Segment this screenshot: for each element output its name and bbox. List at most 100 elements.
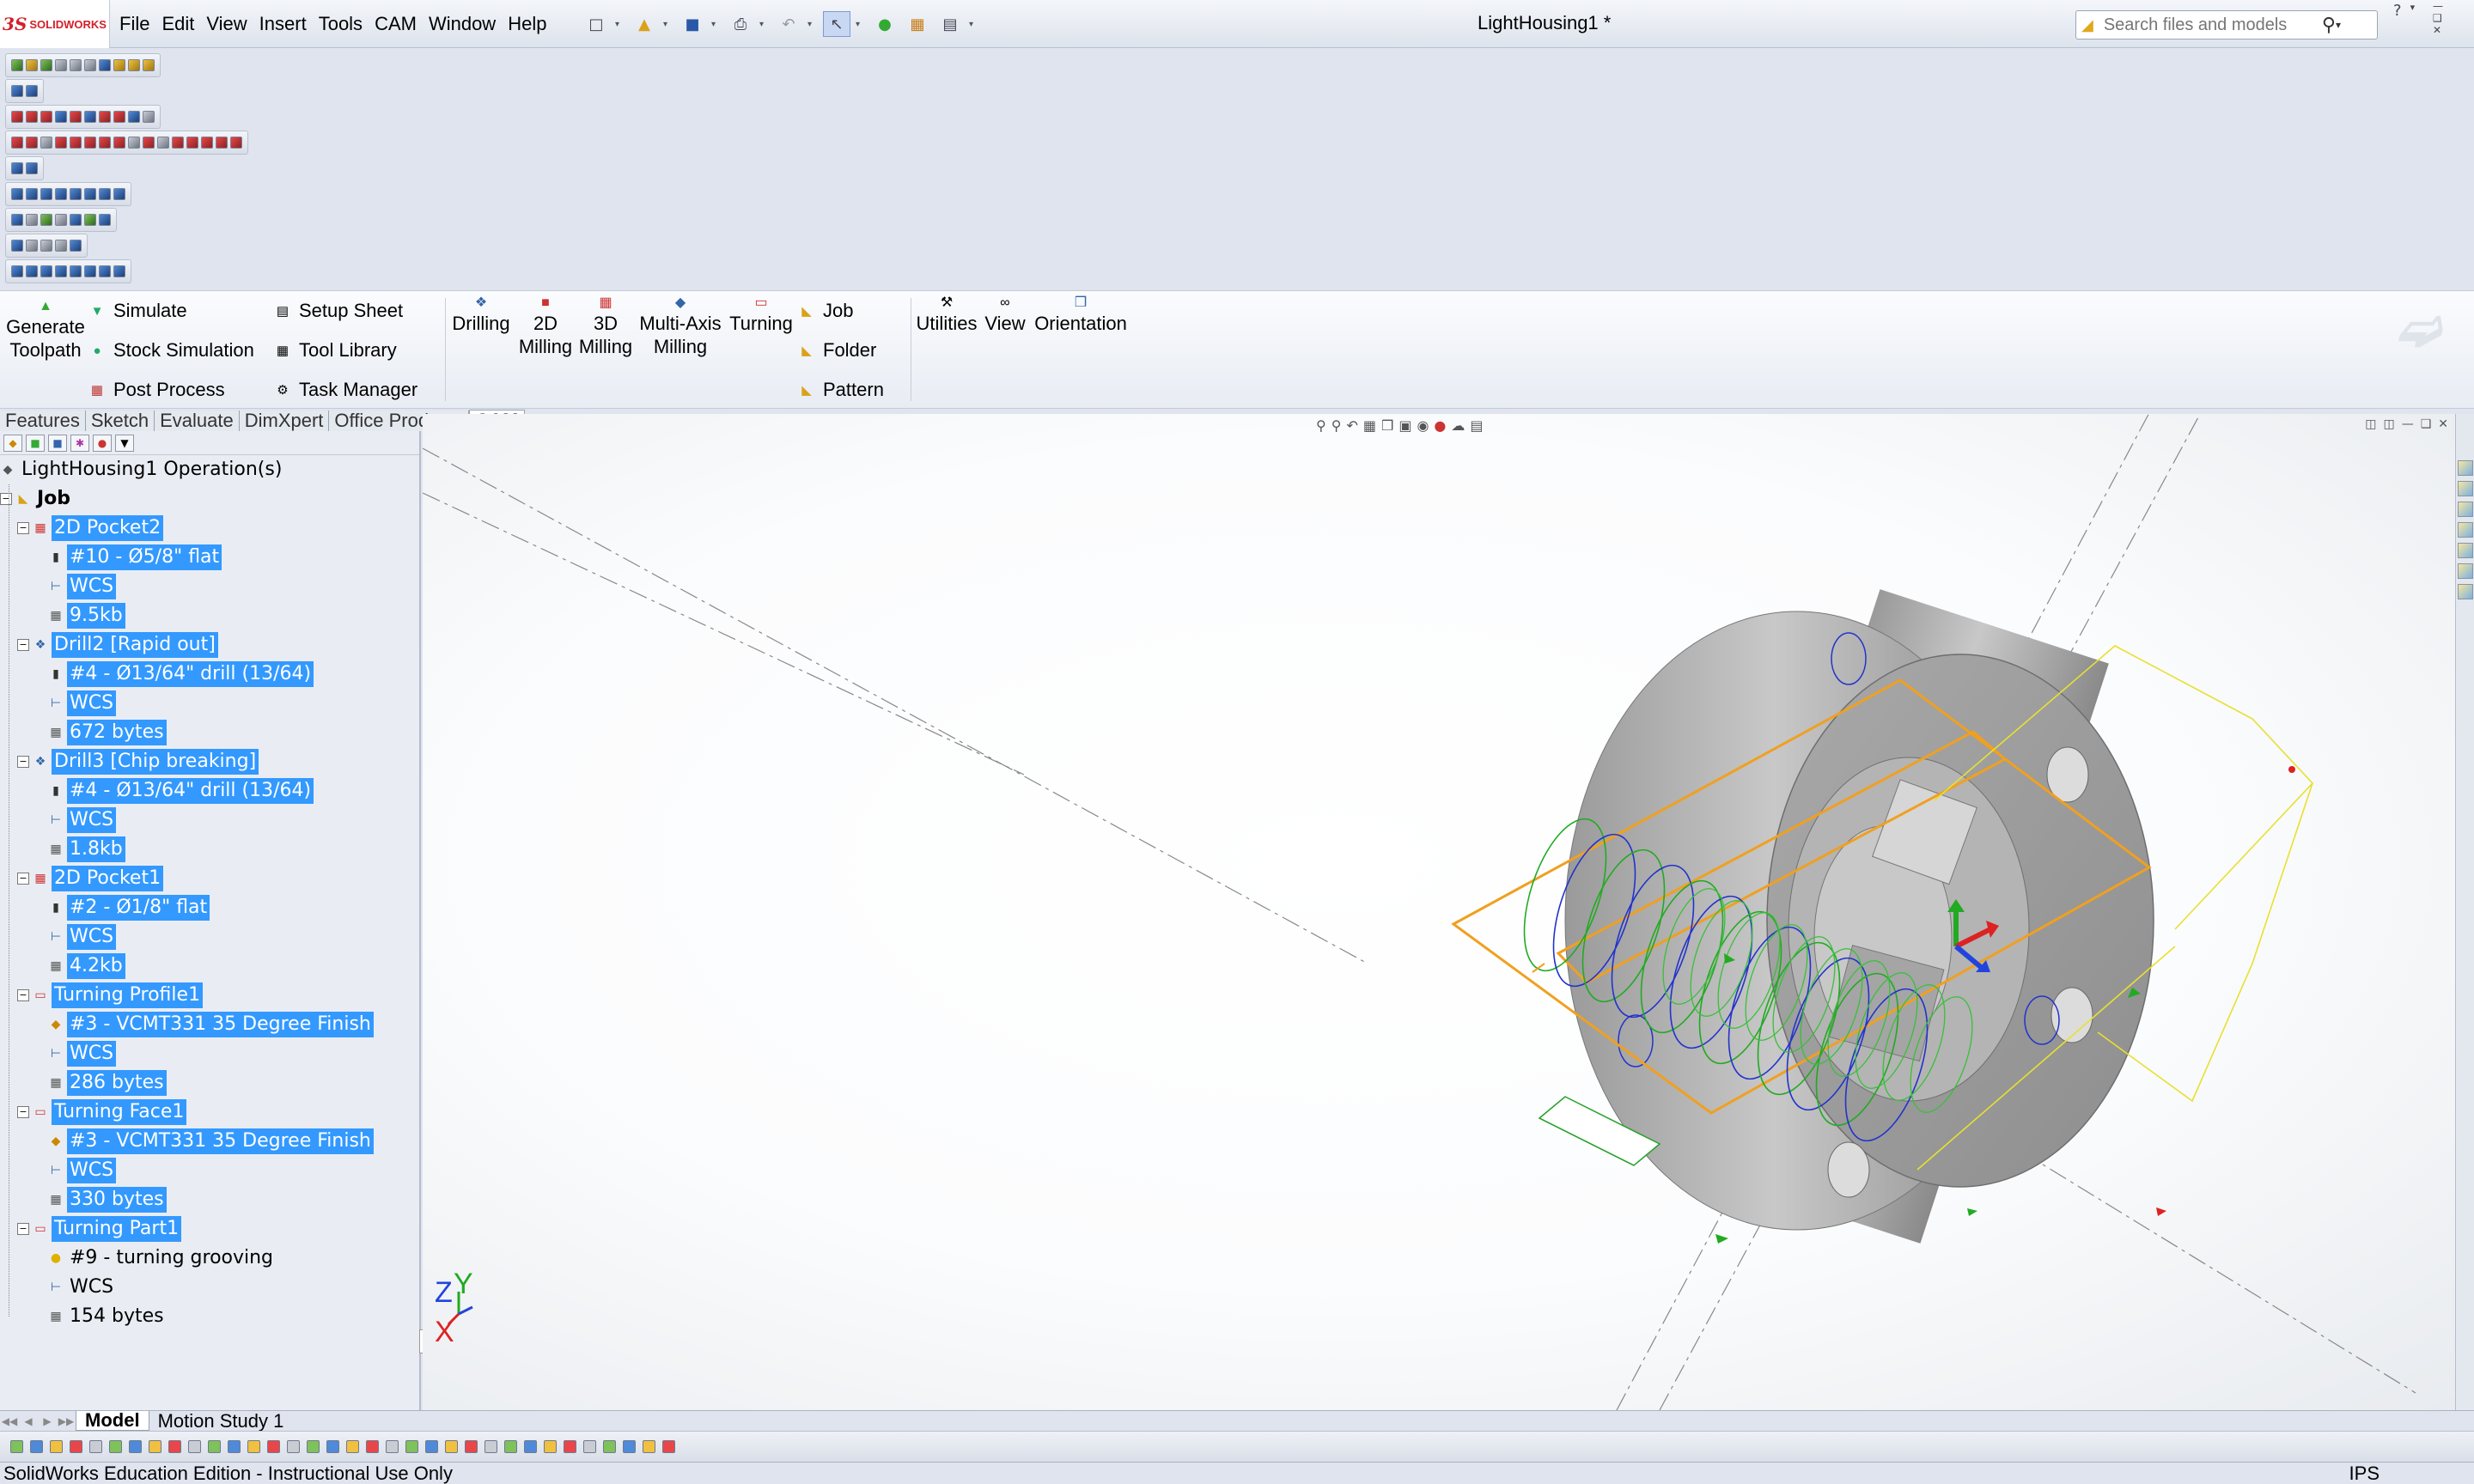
tab-motion-study-1[interactable]: Motion Study 1: [149, 1411, 293, 1431]
toolbar-icon[interactable]: [113, 137, 125, 149]
folder-button[interactable]: ◣ Folder: [799, 339, 876, 362]
toolbar-icon[interactable]: [99, 137, 111, 149]
file-explorer-icon[interactable]: [2458, 502, 2473, 517]
units-indicator[interactable]: IPS: [2349, 1463, 2380, 1484]
collapse-toggle-icon[interactable]: −: [17, 756, 29, 768]
new-document-icon[interactable]: □: [582, 11, 610, 37]
tree-operation[interactable]: − ▭ Turning Part1: [17, 1214, 182, 1244]
bottom-toolbar-icon[interactable]: [168, 1440, 181, 1453]
toolbar-icon[interactable]: [128, 59, 140, 71]
save-dropdown-icon[interactable]: ▾: [711, 20, 722, 29]
bottom-toolbar-icon[interactable]: [405, 1440, 418, 1453]
bottom-toolbar-icon[interactable]: [30, 1440, 43, 1453]
tree-operation[interactable]: − ❖ Drill3 [Chip breaking]: [17, 747, 259, 776]
custom-properties-icon[interactable]: [2458, 584, 2473, 599]
2d-milling-button[interactable]: ■ 2D Milling: [515, 295, 576, 358]
tree-tool[interactable]: ▮ #10 - Ø5/8" flat: [48, 543, 222, 572]
toolbar-icon[interactable]: [55, 188, 67, 200]
bottom-toolbar-icon[interactable]: [564, 1440, 576, 1453]
search-dropdown-icon[interactable]: ▾: [2336, 19, 2341, 31]
tree-operation[interactable]: − ▭ Turning Profile1: [17, 981, 204, 1010]
toolbar-icon[interactable]: [99, 188, 111, 200]
collapse-toggle-icon[interactable]: −: [17, 873, 29, 885]
design-library-icon[interactable]: [2458, 481, 2473, 496]
collapse-toggle-icon[interactable]: −: [0, 493, 12, 505]
tab-features[interactable]: Features: [0, 411, 86, 431]
bottom-toolbar-icon[interactable]: [307, 1440, 320, 1453]
save-icon[interactable]: ■: [679, 11, 706, 37]
undo-icon[interactable]: ↶: [775, 11, 802, 37]
toolbar-icon[interactable]: [26, 214, 38, 226]
tree-tool[interactable]: ▮ #2 - Ø1/8" flat: [48, 893, 210, 922]
toolbar-icon[interactable]: [70, 59, 82, 71]
toolbar-icon[interactable]: [40, 240, 52, 252]
multi-axis-milling-button[interactable]: ◆ Multi-Axis Milling: [637, 295, 723, 358]
toolbar-icon[interactable]: [11, 162, 23, 174]
tab-evaluate[interactable]: Evaluate: [155, 411, 240, 431]
menu-tools[interactable]: Tools: [313, 13, 369, 35]
feature-tree-tab-icon[interactable]: ◆: [3, 434, 22, 452]
toolbar-icon[interactable]: [26, 240, 38, 252]
toolbar-icon[interactable]: [113, 111, 125, 123]
tab-model[interactable]: Model: [76, 1411, 149, 1431]
menu-edit[interactable]: Edit: [155, 13, 200, 35]
tree-wcs[interactable]: ⊢ WCS: [48, 572, 117, 601]
bottom-toolbar-icon[interactable]: [208, 1440, 221, 1453]
task-manager-button[interactable]: ⚙ Task Manager: [275, 379, 417, 401]
setup-sheet-button[interactable]: ▤ Setup Sheet: [275, 300, 403, 322]
view-button[interactable]: ∞ View: [981, 295, 1029, 335]
tree-tool[interactable]: ◆ #3 - VCMT331 35 Degree Finish: [48, 1127, 374, 1156]
toolbar-icon[interactable]: [70, 111, 82, 123]
toolbar-icon[interactable]: [11, 111, 23, 123]
toolbar-icon[interactable]: [84, 111, 96, 123]
pattern-button[interactable]: ◣ Pattern: [799, 379, 884, 401]
simulate-button[interactable]: ▼ Simulate: [89, 300, 187, 322]
operation-tree-tab-icon[interactable]: ■: [26, 434, 45, 452]
toolbar-icon[interactable]: [84, 137, 96, 149]
solidworks-resources-icon[interactable]: [2458, 460, 2473, 476]
utilities-button[interactable]: ⚒ Utilities: [912, 295, 981, 335]
view-palette-icon[interactable]: [2458, 543, 2473, 558]
tree-toolpath-size[interactable]: ▦ 4.2kb: [48, 952, 125, 981]
tab-dimxpert[interactable]: DimXpert: [239, 411, 330, 431]
tree-wcs[interactable]: ⊢ WCS: [48, 1156, 117, 1185]
tree-wcs[interactable]: ⊢ WCS: [48, 689, 117, 718]
toolbar-icon[interactable]: [40, 111, 52, 123]
minimize-icon[interactable]: —: [2433, 0, 2443, 12]
toolbar-icon[interactable]: [11, 85, 23, 97]
options-dropdown-icon[interactable]: ▾: [969, 20, 979, 29]
tree-operation[interactable]: − ❖ Drill2 [Rapid out]: [17, 630, 218, 660]
graphics-viewport[interactable]: ⚲ ⚲ ↶ ▦ ❒ ▣ ◉ ● ☁ ▤ ◫ ◫ — ❑ ✕ Y Z X: [423, 414, 2455, 1410]
new-dropdown-icon[interactable]: ▾: [615, 20, 625, 29]
tree-tool[interactable]: ▮ #4 - Ø13/64" drill (13/64): [48, 776, 314, 806]
bottom-toolbar-icon[interactable]: [228, 1440, 241, 1453]
toolbar-icon[interactable]: [99, 59, 111, 71]
toolbar-icon[interactable]: [113, 59, 125, 71]
tree-root[interactable]: ◆ LightHousing1 Operation(s): [0, 455, 284, 484]
toolbar-icon[interactable]: [128, 111, 140, 123]
search-icon[interactable]: ⚲: [2322, 15, 2336, 36]
bottom-toolbar-icon[interactable]: [465, 1440, 478, 1453]
toolbar-icon[interactable]: [99, 111, 111, 123]
bottom-toolbar-icon[interactable]: [484, 1440, 497, 1453]
toolbar-icon[interactable]: [55, 240, 67, 252]
menu-insert[interactable]: Insert: [253, 13, 313, 35]
menu-view[interactable]: View: [200, 13, 253, 35]
toolbar-icon[interactable]: [113, 265, 125, 277]
bottom-toolbar-icon[interactable]: [109, 1440, 122, 1453]
tree-operation[interactable]: − ▦ 2D Pocket1: [17, 864, 164, 893]
tree-tool[interactable]: ● #9 - turning grooving: [48, 1244, 276, 1273]
toolbar-icon[interactable]: [70, 240, 82, 252]
toolbar-icon[interactable]: [157, 137, 169, 149]
toolbar-icon[interactable]: [99, 214, 111, 226]
toolbar-icon[interactable]: [11, 188, 23, 200]
collapse-toggle-icon[interactable]: −: [17, 1106, 29, 1118]
toolbar-icon[interactable]: [40, 265, 52, 277]
toolbar-icon[interactable]: [70, 214, 82, 226]
traffic-light-icon[interactable]: ●: [871, 11, 899, 37]
tree-tool[interactable]: ◆ #3 - VCMT331 35 Degree Finish: [48, 1010, 374, 1039]
toolbar-icon[interactable]: [11, 265, 23, 277]
tree-wcs[interactable]: ⊢ WCS: [48, 1039, 117, 1068]
toolbar-icon[interactable]: [201, 137, 213, 149]
bottom-toolbar-icon[interactable]: [425, 1440, 438, 1453]
